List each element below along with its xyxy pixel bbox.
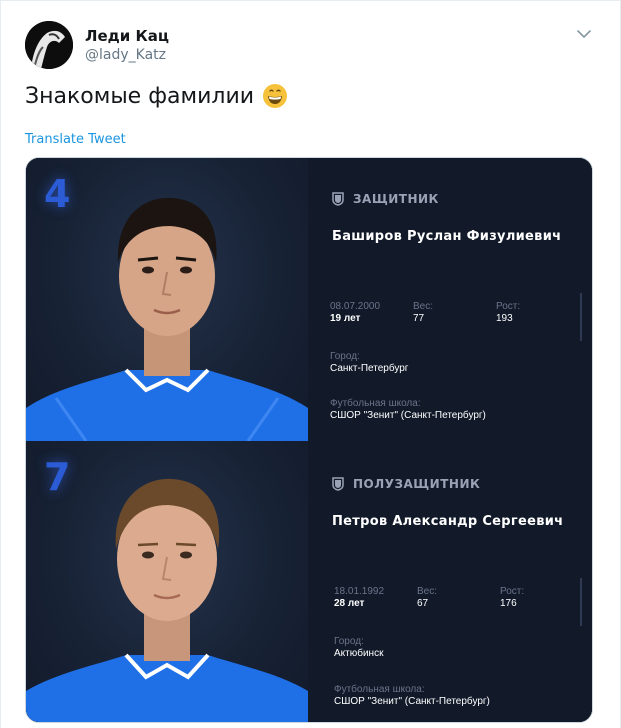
tweet-media-image[interactable]: 4 ЗАЩИТНИК Баширов Руслан Физулиевич 08.… [25, 157, 593, 723]
tweet: Леди Кац @lady_Katz Знакомые фамилии Tra… [0, 0, 621, 728]
school-label: Футбольная школа: [334, 684, 425, 695]
player-card: 7 ПОЛУЗАЩИТНИК Петров Александр Сергееви… [26, 441, 592, 722]
scrollbar[interactable] [580, 293, 582, 341]
player-name: Баширов Руслан Физулиевич [332, 229, 562, 244]
birth-date: 18.01.1992 [334, 586, 385, 597]
translate-tweet-link[interactable]: Translate Tweet [25, 132, 126, 147]
weight-label: Вес: [413, 301, 434, 312]
author-handle[interactable]: @lady_Katz [85, 47, 166, 63]
school-value: СШОР "Зенит" (Санкт-Петербург) [330, 410, 486, 421]
weight-value: 67 [417, 598, 429, 609]
weight-value: 77 [413, 313, 425, 324]
school-label: Футбольная школа: [330, 398, 421, 409]
tweet-text-content: Знакомые фамилии [25, 83, 255, 109]
height-value: 176 [500, 598, 517, 609]
player-position: ЗАЩИТНИК [332, 192, 439, 206]
player-info: ПОЛУЗАЩИТНИК Петров Александр Сергеевич … [308, 441, 592, 722]
city-label: Город: [330, 351, 360, 362]
weight-label: Вес: [417, 586, 438, 597]
school-value: СШОР "Зенит" (Санкт-Петербург) [334, 696, 490, 707]
tweet-text: Знакомые фамилии [25, 83, 288, 109]
height-label: Рост: [500, 586, 525, 597]
shield-icon [332, 477, 344, 491]
scrollbar[interactable] [580, 578, 582, 626]
player-info: ЗАЩИТНИК Баширов Руслан Физулиевич 08.07… [308, 158, 592, 441]
position-label: ПОЛУЗАЩИТНИК [353, 477, 481, 491]
city-value: Санкт-Петербург [330, 363, 409, 374]
shield-icon [332, 192, 344, 206]
player-age: 28 лет [334, 598, 365, 609]
player-age: 19 лет [330, 313, 361, 324]
player-card: 4 ЗАЩИТНИК Баширов Руслан Физулиевич 08.… [26, 158, 592, 441]
height-value: 193 [496, 313, 513, 324]
avatar[interactable] [25, 21, 73, 69]
author-name[interactable]: Леди Кац [85, 27, 169, 45]
position-label: ЗАЩИТНИК [353, 192, 439, 206]
chevron-down-icon[interactable] [575, 27, 593, 41]
player-position: ПОЛУЗАЩИТНИК [332, 477, 480, 491]
birth-date: 08.07.2000 [330, 301, 381, 312]
height-label: Рост: [496, 301, 521, 312]
player-number: 7 [44, 455, 71, 499]
city-label: Город: [334, 636, 364, 647]
player-photo: 7 [26, 441, 308, 722]
grinning-face-emoji-icon [262, 83, 288, 109]
city-value: Актюбинск [334, 648, 384, 659]
player-name: Петров Александр Сергеевич [332, 514, 564, 529]
player-photo: 4 [26, 158, 308, 441]
player-number: 4 [44, 172, 71, 216]
